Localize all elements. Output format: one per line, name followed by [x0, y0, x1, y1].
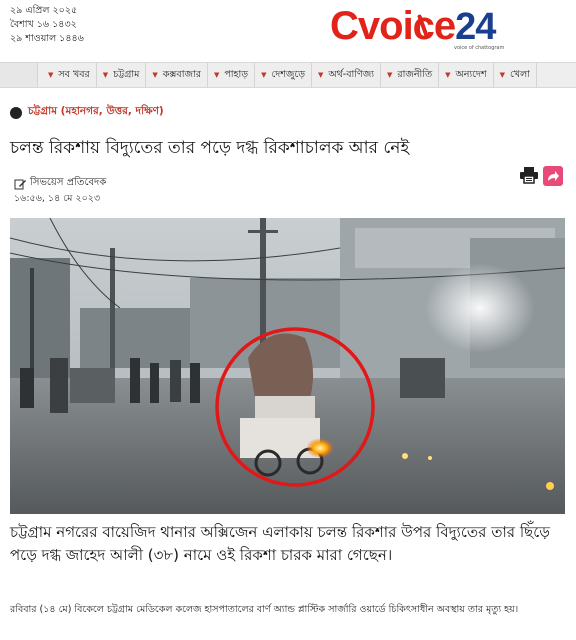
- caret-down-icon: ▼: [213, 71, 220, 79]
- nav-item-international[interactable]: ▼ অন্যদেশ: [439, 63, 494, 87]
- nav-item-coxsbazar[interactable]: ▼ কক্সবাজার: [146, 63, 208, 87]
- nav-item-label: সব খবর: [58, 68, 90, 80]
- nav-item-label: অন্যদেশ: [455, 68, 487, 80]
- caret-down-icon: ▼: [261, 71, 267, 79]
- nav-item-label: চট্টগ্রাম: [113, 68, 140, 80]
- print-icon[interactable]: [519, 166, 539, 184]
- category-dot-icon: [10, 106, 22, 119]
- caret-down-icon: ▼: [499, 71, 505, 79]
- category-breadcrumb[interactable]: চট্টগ্রাম (মহানগর, উত্তর, দক্ষিণ): [10, 104, 164, 121]
- share-icon[interactable]: [543, 166, 563, 186]
- nav-item-label: পাহাড়: [224, 68, 249, 80]
- article-headline: চলন্ত রিকশায় বিদ্যুতের তার পড়ে দগ্ধ রি…: [10, 138, 410, 158]
- nav-item-chattogram[interactable]: ▼ চট্টগ্রাম: [97, 63, 147, 87]
- article-lead: চট্টগ্রাম নগরের বায়েজিদ থানার অক্সিজেন …: [10, 523, 550, 564]
- caret-down-icon: ▼: [102, 71, 109, 79]
- nav-item-country[interactable]: ▼ দেশজুড়ে: [255, 63, 313, 87]
- caret-down-icon: ▼: [48, 71, 54, 79]
- article-body: রবিবার (১৪ মে) বিকেলে চট্টগ্রাম মেডিকেল …: [10, 604, 519, 615]
- caret-down-icon: ▼: [387, 71, 393, 79]
- caret-down-icon: ▼: [445, 71, 451, 79]
- nav-item-label: দেশজুড়ে: [271, 68, 306, 80]
- logo-number: 24: [455, 6, 496, 48]
- caret-down-icon: ▼: [152, 71, 158, 79]
- site-logo[interactable]: Cvoice24 voice of chattogram: [330, 4, 530, 56]
- author-name[interactable]: সিভয়েস প্রতিবেদক: [30, 175, 106, 192]
- category-label: চট্টগ্রাম (মহানগর, উত্তর, দক্ষিণ): [28, 105, 164, 117]
- nav-items: ▼ সব খবর ▼ চট্টগ্রাম ▼ কক্সবাজার ▼ পাহাড় ▼ দ…: [42, 63, 537, 87]
- nav-item-label: কক্সবাজার: [162, 68, 201, 80]
- logo-wordmark: Cvoice24: [330, 4, 496, 49]
- article-byline: সিভয়েস প্রতিবেদক: [14, 175, 106, 192]
- date-gregorian: ২৯ এপ্রিল ২০২৫: [10, 5, 78, 16]
- nav-item-business[interactable]: ▼ অর্থ-বাণিজ্য: [312, 63, 381, 87]
- pen-icon: [14, 179, 26, 189]
- nav-home-slot[interactable]: [0, 63, 38, 87]
- date-hijri: ২৯ শাওয়াল ১৪৪৬: [10, 33, 84, 44]
- main-nav: ▼ সব খবর ▼ চট্টগ্রাম ▼ কক্সবাজার ▼ পাহাড় ▼ দ…: [0, 62, 576, 88]
- nav-item-label: অর্থ-বাণিজ্য: [328, 68, 374, 80]
- caret-down-icon: ▼: [318, 71, 324, 79]
- nav-item-hills[interactable]: ▼ পাহাড়: [208, 63, 256, 87]
- nav-item-sports[interactable]: ▼ খেলা: [494, 63, 537, 87]
- date-bengali: বৈশাখ ১৬ ১৪৩২: [10, 19, 77, 30]
- logo-text: Cvoice: [330, 4, 456, 48]
- article-photo[interactable]: [10, 218, 565, 514]
- article-timestamp: ১৬:৫৬, ১৪ মে ২০২৩: [14, 193, 101, 204]
- logo-tagline: voice of chattogram: [454, 45, 505, 51]
- site-header: ২৯ এপ্রিল ২০২৫ বৈশাখ ১৬ ১৪৩২ ২৯ শাওয়াল …: [0, 0, 576, 62]
- nav-item-label: রাজনীতি: [397, 68, 433, 80]
- nav-item-politics[interactable]: ▼ রাজনীতি: [381, 63, 440, 87]
- nav-item-all-news[interactable]: ▼ সব খবর: [42, 63, 97, 87]
- nav-item-label: খেলা: [509, 68, 530, 80]
- header-dates: ২৯ এপ্রিল ২০২৫ বৈশাখ ১৬ ১৪৩২ ২৯ শাওয়াল …: [10, 4, 84, 46]
